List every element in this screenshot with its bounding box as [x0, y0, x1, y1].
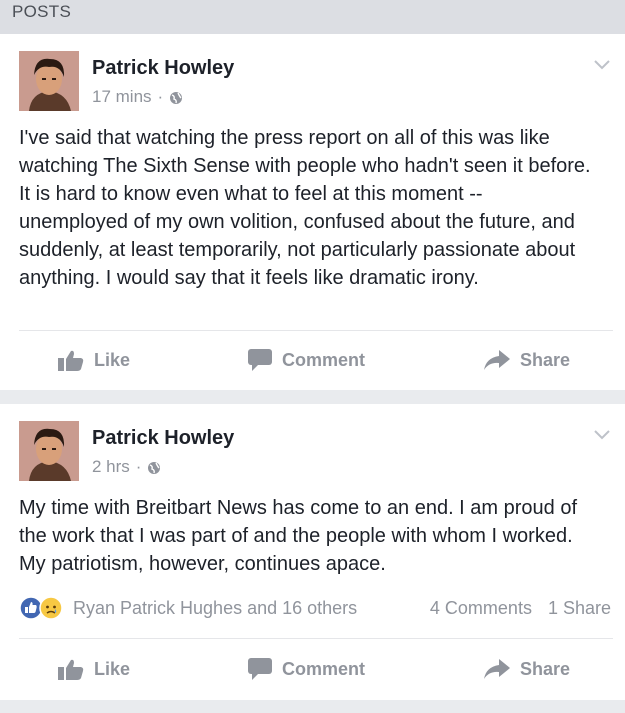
post-text: I've said that watching the press report…: [19, 127, 591, 289]
post-time[interactable]: 17 mins: [92, 87, 152, 107]
author-name[interactable]: Patrick Howley: [92, 57, 234, 80]
comments-count[interactable]: 4 Comments: [430, 598, 532, 619]
chevron-down-icon[interactable]: [593, 428, 611, 440]
post-text: My time with Breitbart News has come to …: [19, 497, 578, 575]
post-card: Patrick Howley 17 mins · I've said that …: [0, 34, 625, 390]
sad-reaction-icon: [39, 596, 63, 625]
action-bar: Like Comment Share: [0, 644, 625, 694]
action-bar: Like Comment Share: [0, 335, 625, 385]
like-button[interactable]: Like: [58, 644, 130, 694]
author-name[interactable]: Patrick Howley: [92, 427, 234, 450]
section-header: POSTS: [0, 0, 625, 34]
like-button[interactable]: Like: [58, 335, 130, 385]
reaction-icons[interactable]: [19, 596, 63, 625]
reaction-names[interactable]: Ryan Patrick Hughes and 16 others: [73, 598, 357, 619]
post-card: Patrick Howley 2 hrs · My time with Brei…: [0, 404, 625, 700]
reactions-summary: Ryan Patrick Hughes and 16 others 4 Comm…: [19, 596, 611, 624]
comment-label: Comment: [282, 658, 366, 679]
share-button[interactable]: Share: [484, 335, 570, 385]
post-meta: 17 mins ·: [92, 87, 183, 107]
share-icon: [484, 659, 510, 679]
divider: [19, 638, 613, 639]
share-label: Share: [520, 658, 571, 679]
meta-separator: ·: [157, 87, 164, 106]
comment-button[interactable]: Comment: [248, 644, 365, 694]
like-label: Like: [94, 658, 131, 679]
thumbs-up-icon: [58, 658, 84, 680]
chevron-down-icon[interactable]: [593, 58, 611, 70]
thumbs-up-icon: [58, 349, 84, 371]
section-title: POSTS: [12, 2, 72, 21]
avatar[interactable]: [19, 421, 79, 481]
like-label: Like: [94, 349, 131, 370]
meta-separator: ·: [135, 457, 142, 476]
divider: [19, 330, 613, 331]
avatar[interactable]: [19, 51, 79, 111]
share-icon: [484, 350, 510, 370]
share-label: Share: [520, 349, 571, 370]
post-meta: 2 hrs ·: [92, 457, 161, 477]
comment-label: Comment: [282, 349, 366, 370]
engagement-counts: 4 Comments 1 Share: [430, 598, 611, 619]
post-time[interactable]: 2 hrs: [92, 457, 130, 477]
comment-button[interactable]: Comment: [248, 335, 365, 385]
share-button[interactable]: Share: [484, 644, 570, 694]
globe-icon: [169, 90, 183, 104]
comment-icon: [248, 349, 272, 371]
globe-icon: [147, 460, 161, 474]
comment-icon: [248, 658, 272, 680]
shares-count[interactable]: 1 Share: [548, 598, 611, 619]
